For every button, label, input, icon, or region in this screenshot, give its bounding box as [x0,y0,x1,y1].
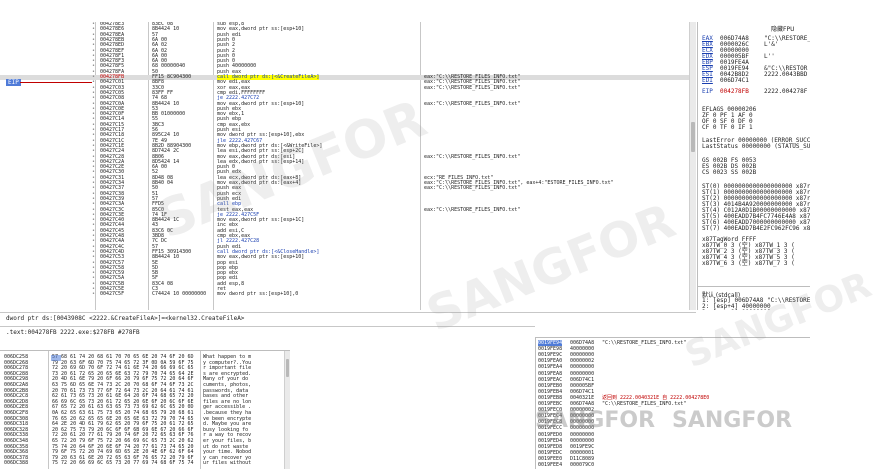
dump-pane[interactable]: 006DC258 57 68 61 74 20 68 61 70 70 65 6E… [0,350,290,469]
stack-address: 0019FEE4 [538,462,563,468]
instruction-info: dword ptr ds:[0043908C <2222.&CreateFile… [6,315,245,322]
stack-value: 000079C0 [570,462,595,468]
register-eip-name: EIP [702,88,713,95]
eip-marker: EIP [0,79,92,87]
register-value[interactable]: 006D74C1 [720,78,749,84]
disassembly-bytes: C74424 10 00000000 [152,291,207,298]
register-row[interactable]: EDI 006D74C1 [702,78,808,84]
stack-pane[interactable]: 0019FE94 006D74A8 "C:\\RESTORE_FILES_INFO.… [535,337,810,469]
segment-row[interactable]: CS 0023 SS 002B [702,170,808,176]
dump-hex: 75 72 20 66 69 6C 65 73 20 77 69 74 68 6… [52,460,194,467]
stack-row[interactable]: 0019FEE4 000079C0 [536,462,804,468]
disassembly-address: 00427C5F [100,291,125,298]
last-error-row[interactable]: LastStatus 00000000 (STATUS_SUC [702,144,810,150]
dump-ascii: ur files without [203,460,252,467]
stack-list[interactable]: 0019FE94 006D74A8 "C:\\RESTORE_FILES_INFO.… [536,340,804,469]
disassembly-info-bar: dword ptr ds:[0043908C <2222.&CreateFile… [0,312,696,322]
register-eip[interactable]: EIP 004278FB 2222.004278F [702,88,808,95]
flag-row[interactable]: CF 0 TF 0 IF 1 [702,125,808,131]
disassembly-instruction: mov dword ptr ss:[esp+10],0 [217,291,299,298]
address-status-bar: .text:004278FB 2222.exe:$278FB #278FB [0,326,535,336]
hide-fpu-button[interactable]: 隐藏FPU [771,24,794,33]
register-eip-comment: 2222.004278F [764,88,808,95]
section-address: .text:004278FB 2222.exe:$278FB #278FB [6,329,140,336]
register-eip-value[interactable]: 004278FB [720,88,749,95]
registers-pane[interactable]: 隐藏FPU EAX 006D74A8 "C:\\RESTORE_ EBX 0000026… [697,22,810,310]
dump-row[interactable]: 006DC388 75 72 20 66 69 6C 65 73 20 77 69… [0,461,284,467]
breakpoint-dot[interactable]: • [92,291,95,297]
disassembly-pane[interactable]: • 004278E3 83EC 08 sub esp,8 • 004278E6 8B4424… [0,22,696,310]
dump-list[interactable]: 006DC258 57 68 61 74 20 68 61 70 70 65 6E… [0,354,284,469]
fpu-register-row[interactable]: ST(7) 400EADD7B4E2FC962FC96 x87r [702,226,810,232]
x87-tag-row[interactable]: x87TW_6 3 (空) x87TW_7 3 ( [702,261,808,267]
eip-label: EIP [6,79,21,86]
register-name: EDI [702,77,713,84]
disassembly-scrollbar[interactable] [689,22,696,310]
disassembly-row[interactable]: • 00427C5F C74424 10 00000000 mov dword ptr… [0,291,690,298]
dump-selected-byte[interactable] [51,355,61,361]
dump-address: 006DC388 [4,460,29,467]
disassembly-scrollbar-thumb[interactable] [691,122,695,152]
dump-scrollbar-thumb[interactable] [286,359,289,377]
dump-scrollbar[interactable] [284,351,290,469]
disassembly-list[interactable]: • 004278E3 83EC 08 sub esp,8 • 004278E6 8B4424… [0,22,690,310]
